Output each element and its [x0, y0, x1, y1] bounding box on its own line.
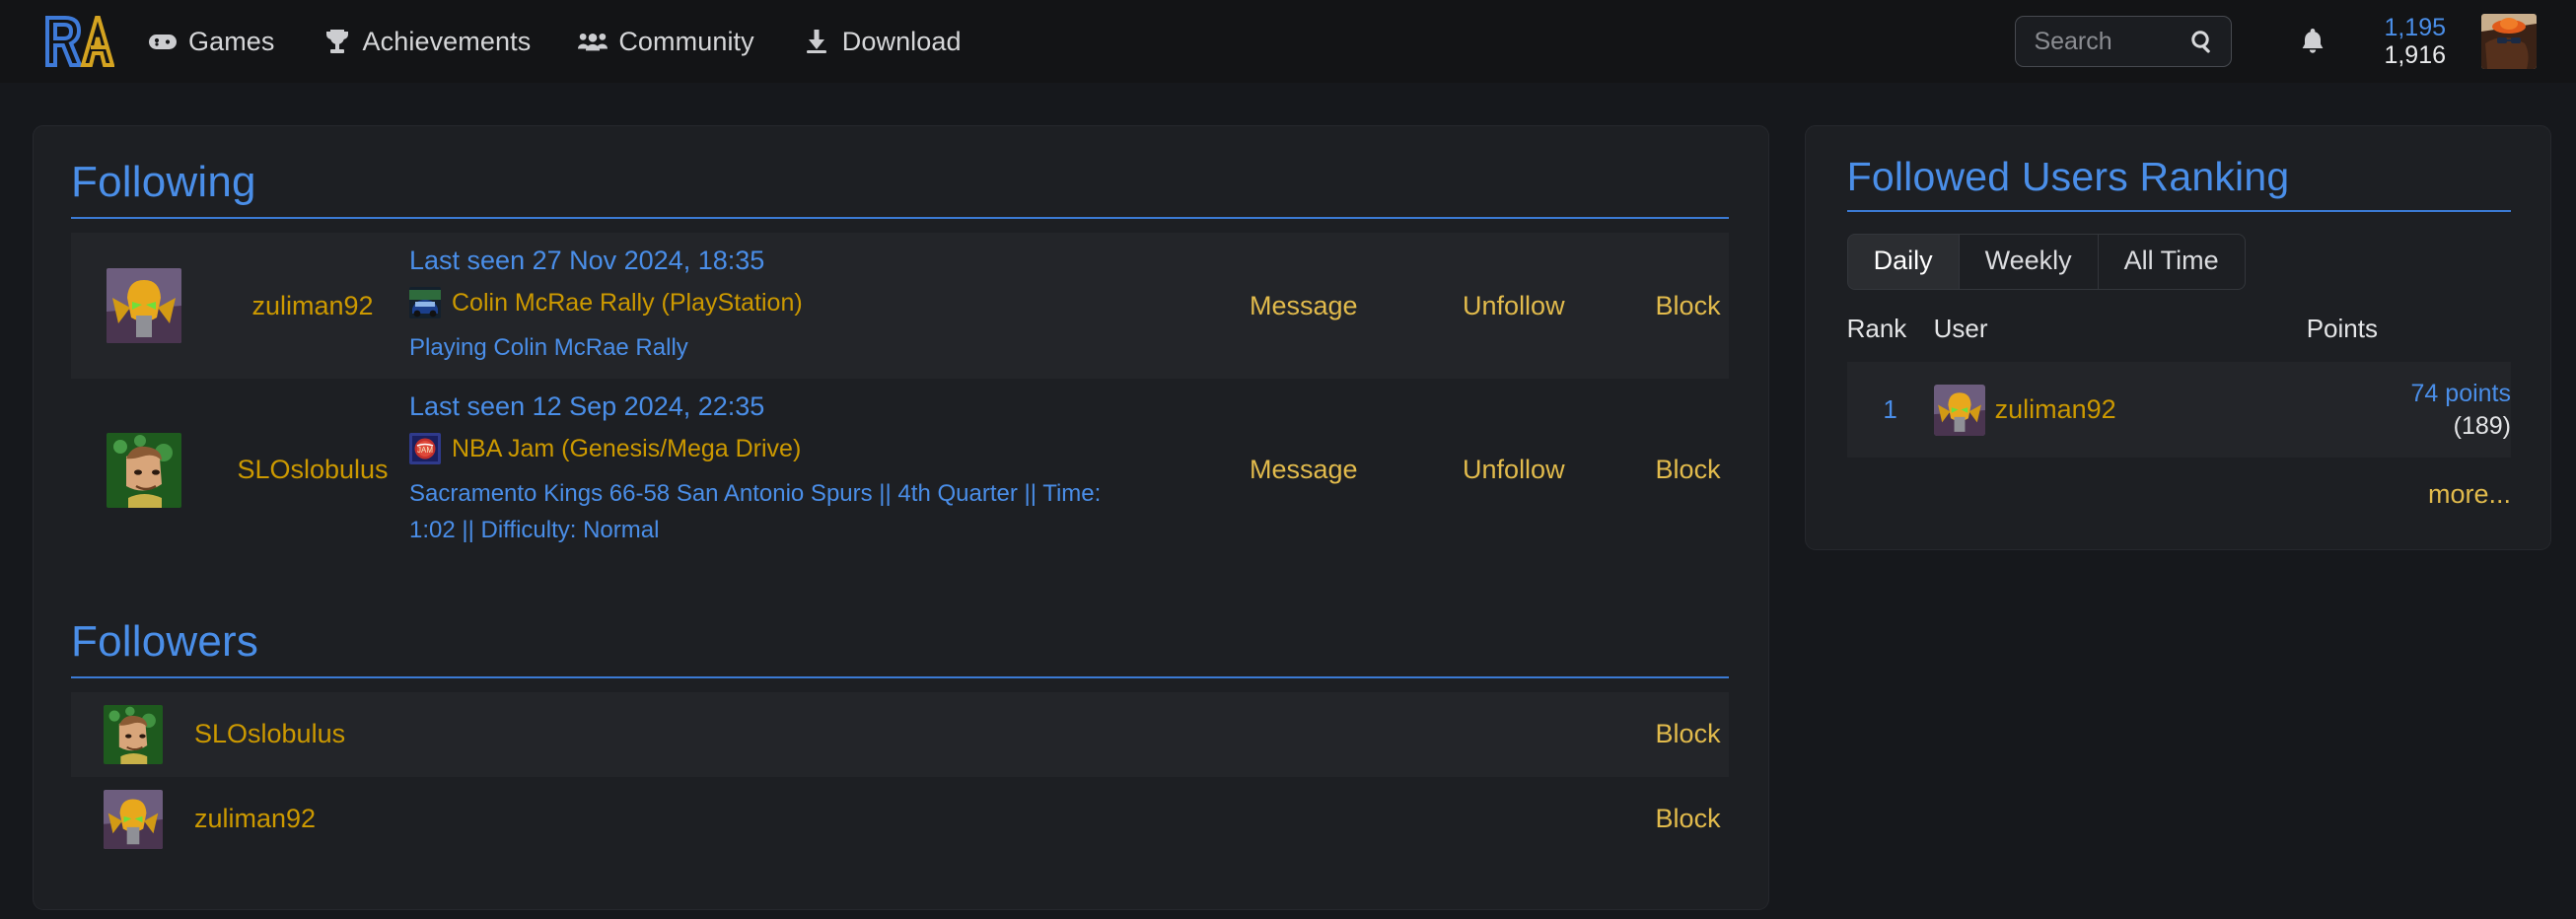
follower-username[interactable]: zuliman92 — [194, 804, 1573, 834]
nav-item-achievements[interactable]: Achievements — [322, 27, 532, 57]
followers-title: Followers — [71, 617, 1729, 678]
block-button[interactable]: Block — [1565, 455, 1721, 485]
ranking-title: Followed Users Ranking — [1846, 154, 2511, 212]
column-header-user: User — [1933, 314, 1988, 343]
header-right-tools: Search 1,195 1,916 — [2015, 14, 2537, 69]
game-icon[interactable] — [409, 287, 441, 318]
avatar-cell[interactable] — [71, 432, 216, 508]
nav-item-community[interactable]: Community — [578, 26, 754, 57]
table-header-row: Rank User Points — [1847, 308, 2511, 362]
game-icon[interactable]: JAM — [409, 433, 441, 465]
avatar-cell[interactable] — [71, 789, 194, 849]
block-button[interactable]: Block — [1565, 291, 1721, 321]
more-link[interactable]: more... — [2428, 479, 2511, 509]
main-nav: Games Achievements Community Download — [148, 27, 962, 57]
last-seen-text[interactable]: Last seen 12 Sep 2024, 22:35 — [409, 391, 1147, 422]
nav-label-community: Community — [618, 26, 754, 56]
followed-users-ranking-card: Followed Users Ranking Daily Weekly All … — [1804, 125, 2551, 550]
follower-row: zuliman92 Block — [71, 777, 1729, 862]
following-actions: Message Unfollow Block — [1147, 291, 1729, 321]
game-name[interactable]: NBA Jam (Genesis/Mega Drive) — [452, 435, 801, 463]
unfollow-button[interactable]: Unfollow — [1358, 291, 1565, 321]
rich-presence: Playing Colin McRae Rally — [409, 334, 688, 361]
user-avatar-image[interactable] — [106, 432, 181, 508]
search-input[interactable]: Search — [2015, 16, 2233, 67]
points-value[interactable]: 74 points — [2307, 378, 2511, 410]
ranking-table: Rank User Points 1 zuliman92 74 points (… — [1846, 308, 2511, 458]
page-body: Following zuliman92 Last seen 27 Nov 202… — [0, 83, 2576, 910]
message-button[interactable]: Message — [1147, 455, 1358, 485]
ra-logo[interactable] — [41, 13, 116, 70]
game-name[interactable]: Colin McRae Rally (PlayStation) — [452, 289, 803, 318]
user-avatar-image[interactable] — [1933, 384, 1985, 436]
users-icon — [578, 27, 608, 56]
tab-weekly[interactable]: Weekly — [1958, 234, 2098, 290]
notifications-bell-icon[interactable] — [2299, 27, 2326, 56]
following-title: Following — [71, 158, 1729, 219]
rank-value[interactable]: 1 — [1847, 362, 1934, 458]
search-icon[interactable] — [2189, 29, 2215, 54]
download-icon — [802, 27, 831, 56]
game-line: Colin McRae Rally (PlayStation) — [409, 287, 1147, 318]
rank-points-cell: 74 points (189) — [2307, 362, 2511, 458]
following-info: Last seen 27 Nov 2024, 18:35 Colin McRae… — [409, 246, 1147, 366]
user-avatar-image[interactable] — [103, 704, 163, 764]
user-avatar-image[interactable] — [106, 268, 181, 344]
column-header-points: Points — [2306, 314, 2378, 343]
avatar-cell[interactable] — [71, 704, 194, 764]
following-actions: Message Unfollow Block — [1147, 455, 1729, 485]
nav-label-games: Games — [188, 26, 275, 56]
hardcore-points: 1,195 — [2384, 14, 2446, 41]
nav-label-download: Download — [841, 26, 962, 56]
points-subvalue: (189) — [2453, 411, 2511, 440]
user-points[interactable]: 1,195 1,916 — [2384, 14, 2446, 69]
tab-all-time[interactable]: All Time — [2097, 234, 2246, 290]
nav-item-games[interactable]: Games — [148, 27, 275, 57]
unfollow-button[interactable]: Unfollow — [1358, 455, 1565, 485]
site-header: Games Achievements Community Download Se… — [0, 0, 2576, 83]
rank-user-cell: zuliman92 — [1933, 362, 2307, 458]
game-line: JAM NBA Jam (Genesis/Mega Drive) — [409, 433, 1147, 465]
svg-text:JAM: JAM — [417, 446, 433, 455]
following-row: SLOslobulus Last seen 12 Sep 2024, 22:35… — [71, 379, 1729, 561]
user-avatar[interactable] — [2481, 14, 2537, 69]
nav-item-download[interactable]: Download — [802, 27, 962, 57]
rich-presence: Sacramento Kings 66-58 San Antonio Spurs… — [409, 480, 1102, 544]
softcore-points: 1,916 — [2384, 41, 2446, 69]
column-header-rank: Rank — [1846, 314, 1907, 343]
message-button[interactable]: Message — [1147, 291, 1358, 321]
gamepad-icon — [148, 27, 178, 56]
table-row: 1 zuliman92 74 points (189) — [1846, 362, 2511, 458]
rank-username[interactable]: zuliman92 — [1995, 394, 2116, 425]
following-username[interactable]: SLOslobulus — [216, 455, 409, 485]
follower-username[interactable]: SLOslobulus — [194, 719, 1573, 749]
tab-daily[interactable]: Daily — [1846, 234, 1959, 290]
search-placeholder: Search — [2034, 27, 2112, 55]
following-username[interactable]: zuliman92 — [216, 291, 409, 321]
avatar-cell[interactable] — [71, 268, 216, 344]
block-button[interactable]: Block — [1573, 804, 1729, 834]
more-row: more... — [1847, 458, 2511, 510]
follower-row: SLOslobulus Block — [71, 691, 1729, 777]
trophy-icon — [322, 27, 352, 56]
ranking-tabs: Daily Weekly All Time — [1846, 234, 2511, 290]
following-followers-card: Following zuliman92 Last seen 27 Nov 202… — [33, 125, 1769, 910]
following-info: Last seen 12 Sep 2024, 22:35 JAM NBA Jam… — [409, 391, 1147, 548]
following-row: zuliman92 Last seen 27 Nov 2024, 18:35 C… — [71, 233, 1729, 380]
nav-label-achievements: Achievements — [362, 26, 532, 56]
user-avatar-image[interactable] — [103, 789, 163, 849]
block-button[interactable]: Block — [1573, 719, 1729, 749]
last-seen-text[interactable]: Last seen 27 Nov 2024, 18:35 — [409, 246, 1147, 276]
